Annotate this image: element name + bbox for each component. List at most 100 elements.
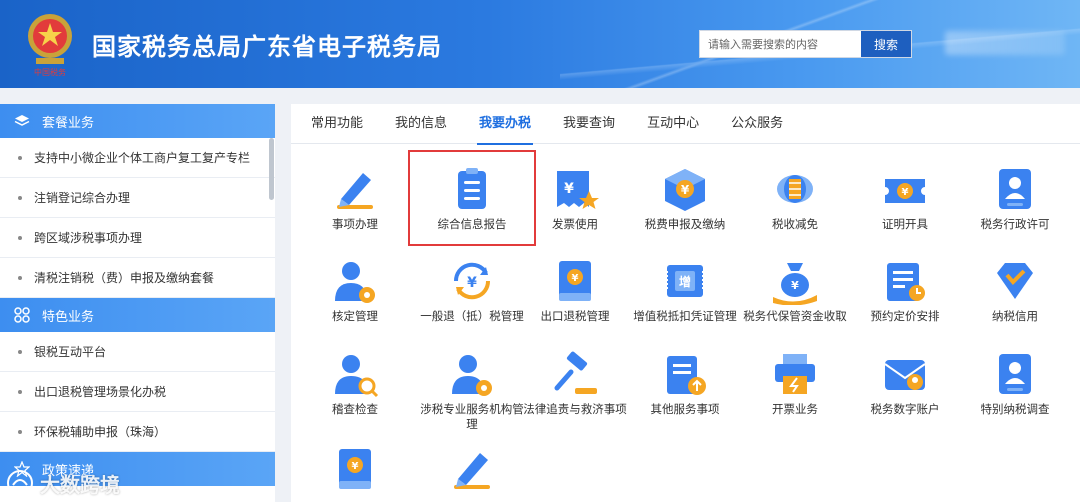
sidebar-item[interactable]: 支持中小微企业个体工商户复工复产专栏 <box>0 138 275 178</box>
bullet <box>18 389 22 394</box>
user-gear-icon <box>335 262 375 303</box>
money-bag-icon: ¥ <box>773 263 817 305</box>
service-label: 一般退（抵）税管理 <box>420 309 524 323</box>
service-grid: 事项办理 综合信息报告 ¥ 发票使用 ¥ 税费申报及缴纳 税收减免 ¥ 证明开具 税务行政许可 核定… <box>300 149 1080 502</box>
svg-text:¥: ¥ <box>572 273 579 284</box>
service-item[interactable]: ¥ <box>300 429 410 502</box>
pen-icon <box>337 173 373 209</box>
search-input[interactable] <box>700 31 862 57</box>
user-gear-icon <box>452 355 492 396</box>
clipboard-icon <box>458 168 486 209</box>
service-item[interactable]: 核定管理 <box>300 241 410 337</box>
tab-tax-handling[interactable]: 我要办税 <box>465 104 545 145</box>
service-label: 纳税信用 <box>992 309 1038 323</box>
service-item[interactable]: 税收减免 <box>740 149 850 245</box>
tab-interaction[interactable]: 互动中心 <box>633 104 713 144</box>
service-item[interactable]: 法律追责与救济事项 <box>520 334 630 430</box>
service-label: 税务数字账户 <box>870 402 940 416</box>
bullet <box>18 195 22 200</box>
id-card-icon <box>999 169 1031 209</box>
service-item[interactable]: 预约定价安排 <box>850 241 960 337</box>
tab-query[interactable]: 我要查询 <box>549 104 629 144</box>
refund-cycle-icon: ¥ <box>453 262 491 300</box>
service-label: 发票使用 <box>552 217 598 231</box>
svg-text:¥: ¥ <box>791 279 799 292</box>
sidebar-item-label: 环保税辅助申报（珠海） <box>34 425 167 439</box>
service-label: 特别纳税调查 <box>980 402 1050 416</box>
bullet <box>18 155 22 160</box>
main-panel: 常用功能 我的信息 我要办税 我要查询 互动中心 公众服务 事项办理 综合信息报告… <box>291 104 1080 502</box>
sidebar-item[interactable]: 清税注销税（费）申报及缴纳套餐 <box>0 258 275 298</box>
tax-emblem-icon: 中国税务 <box>28 14 72 77</box>
service-item[interactable]: ¥ 证明开具 <box>850 149 960 245</box>
service-item[interactable]: ¥ 一般退（抵）税管理 <box>417 241 527 337</box>
bullet <box>18 275 22 280</box>
sidebar-section-feature[interactable]: 特色业务 <box>0 298 275 332</box>
service-item[interactable]: 稽查检查 <box>300 334 410 430</box>
tab-public-service[interactable]: 公众服务 <box>717 104 797 144</box>
sidebar-item[interactable]: 环保税辅助申报（珠海） <box>0 412 275 452</box>
service-item[interactable]: 事项办理 <box>300 149 410 245</box>
print-icon <box>775 354 815 394</box>
service-item[interactable]: ¥ 发票使用 <box>520 149 630 245</box>
service-item[interactable]: 税务数字账户 <box>850 334 960 430</box>
site-header: 中国税务 国家税务总局广东省电子税务局 搜索 <box>0 0 1080 88</box>
sidebar-section-package[interactable]: 套餐业务 <box>0 104 275 138</box>
site-title: 国家税务总局广东省电子税务局 <box>92 33 442 61</box>
document-icon <box>887 263 925 301</box>
service-label: 开票业务 <box>772 402 818 416</box>
mail-user-icon <box>884 360 926 390</box>
service-item[interactable]: 增增值税抵扣凭证管理 <box>630 241 740 337</box>
service-item[interactable]: 纳税信用 <box>960 241 1070 337</box>
sidebar: 套餐业务 支持中小微企业个体工商户复工复产专栏 注销登记综合办理 跨区域涉税事项… <box>0 104 275 502</box>
service-item[interactable]: 涉税专业服务机构管理 <box>417 334 527 431</box>
service-label: 增值税抵扣凭证管理 <box>633 309 737 323</box>
sidebar-item-label: 出口退税管理场景化办税 <box>34 385 167 399</box>
service-label: 税费申报及缴纳 <box>644 217 726 231</box>
tab-common[interactable]: 常用功能 <box>297 104 377 144</box>
sidebar-item[interactable]: 跨区域涉税事项办理 <box>0 218 275 258</box>
bullet <box>18 235 22 240</box>
watermark: 大数跨境 <box>6 466 120 500</box>
sidebar-item-label: 支持中小微企业个体工商户复工复产专栏 <box>34 151 251 165</box>
service-label: 其他服务事项 <box>650 402 720 416</box>
list-upload-icon <box>667 356 706 395</box>
grid-icon <box>14 307 30 323</box>
cube-yuan-icon: ¥ <box>665 169 705 211</box>
diamond-check-icon <box>997 263 1033 299</box>
service-label: 出口退税管理 <box>540 309 610 323</box>
service-item[interactable]: 税务行政许可 <box>960 149 1070 245</box>
service-item[interactable]: ¥ 出口退税管理 <box>520 241 630 337</box>
service-item[interactable]: 其他服务事项 <box>630 334 740 430</box>
tab-my-info[interactable]: 我的信息 <box>381 104 461 144</box>
service-label: 法律追责与救济事项 <box>523 402 627 416</box>
search-button[interactable]: 搜索 <box>861 31 911 57</box>
service-item[interactable]: 开票业务 <box>740 334 850 430</box>
service-label: 税务代保管资金收取 <box>743 309 847 323</box>
sidebar-item[interactable]: 注销登记综合办理 <box>0 178 275 218</box>
sidebar-item[interactable]: 银税互动平台 <box>0 332 275 372</box>
emblem-text: 中国税务 <box>34 67 66 77</box>
user-info-blurred[interactable] <box>945 31 1065 55</box>
service-label: 核定管理 <box>332 309 378 323</box>
book-yuan-icon: ¥ <box>339 449 371 489</box>
id-card-icon <box>999 354 1031 394</box>
service-item[interactable]: 特别纳税调查 <box>960 334 1070 430</box>
service-item[interactable]: ¥ 税费申报及缴纳 <box>630 149 740 245</box>
sidebar-section-title: 套餐业务 <box>42 115 95 131</box>
watermark-logo-icon <box>7 470 33 496</box>
service-item[interactable]: 综合信息报告 <box>417 149 527 245</box>
watermark-text: 大数跨境 <box>40 472 120 497</box>
service-item[interactable]: ¥ 税务代保管资金收取 <box>740 241 850 337</box>
sidebar-item[interactable]: 出口退税管理场景化办税 <box>0 372 275 412</box>
book-yuan-icon: ¥ <box>559 261 591 301</box>
search-box: 搜索 <box>699 30 912 58</box>
svg-text:¥: ¥ <box>902 187 909 198</box>
sidebar-scrollbar[interactable] <box>269 138 274 200</box>
service-label: 证明开具 <box>882 217 928 231</box>
service-label: 预约定价安排 <box>870 309 940 323</box>
service-label: 事项办理 <box>332 217 378 231</box>
service-item[interactable] <box>417 429 527 502</box>
sidebar-section-title: 特色业务 <box>42 309 95 325</box>
layers-icon <box>14 115 30 126</box>
